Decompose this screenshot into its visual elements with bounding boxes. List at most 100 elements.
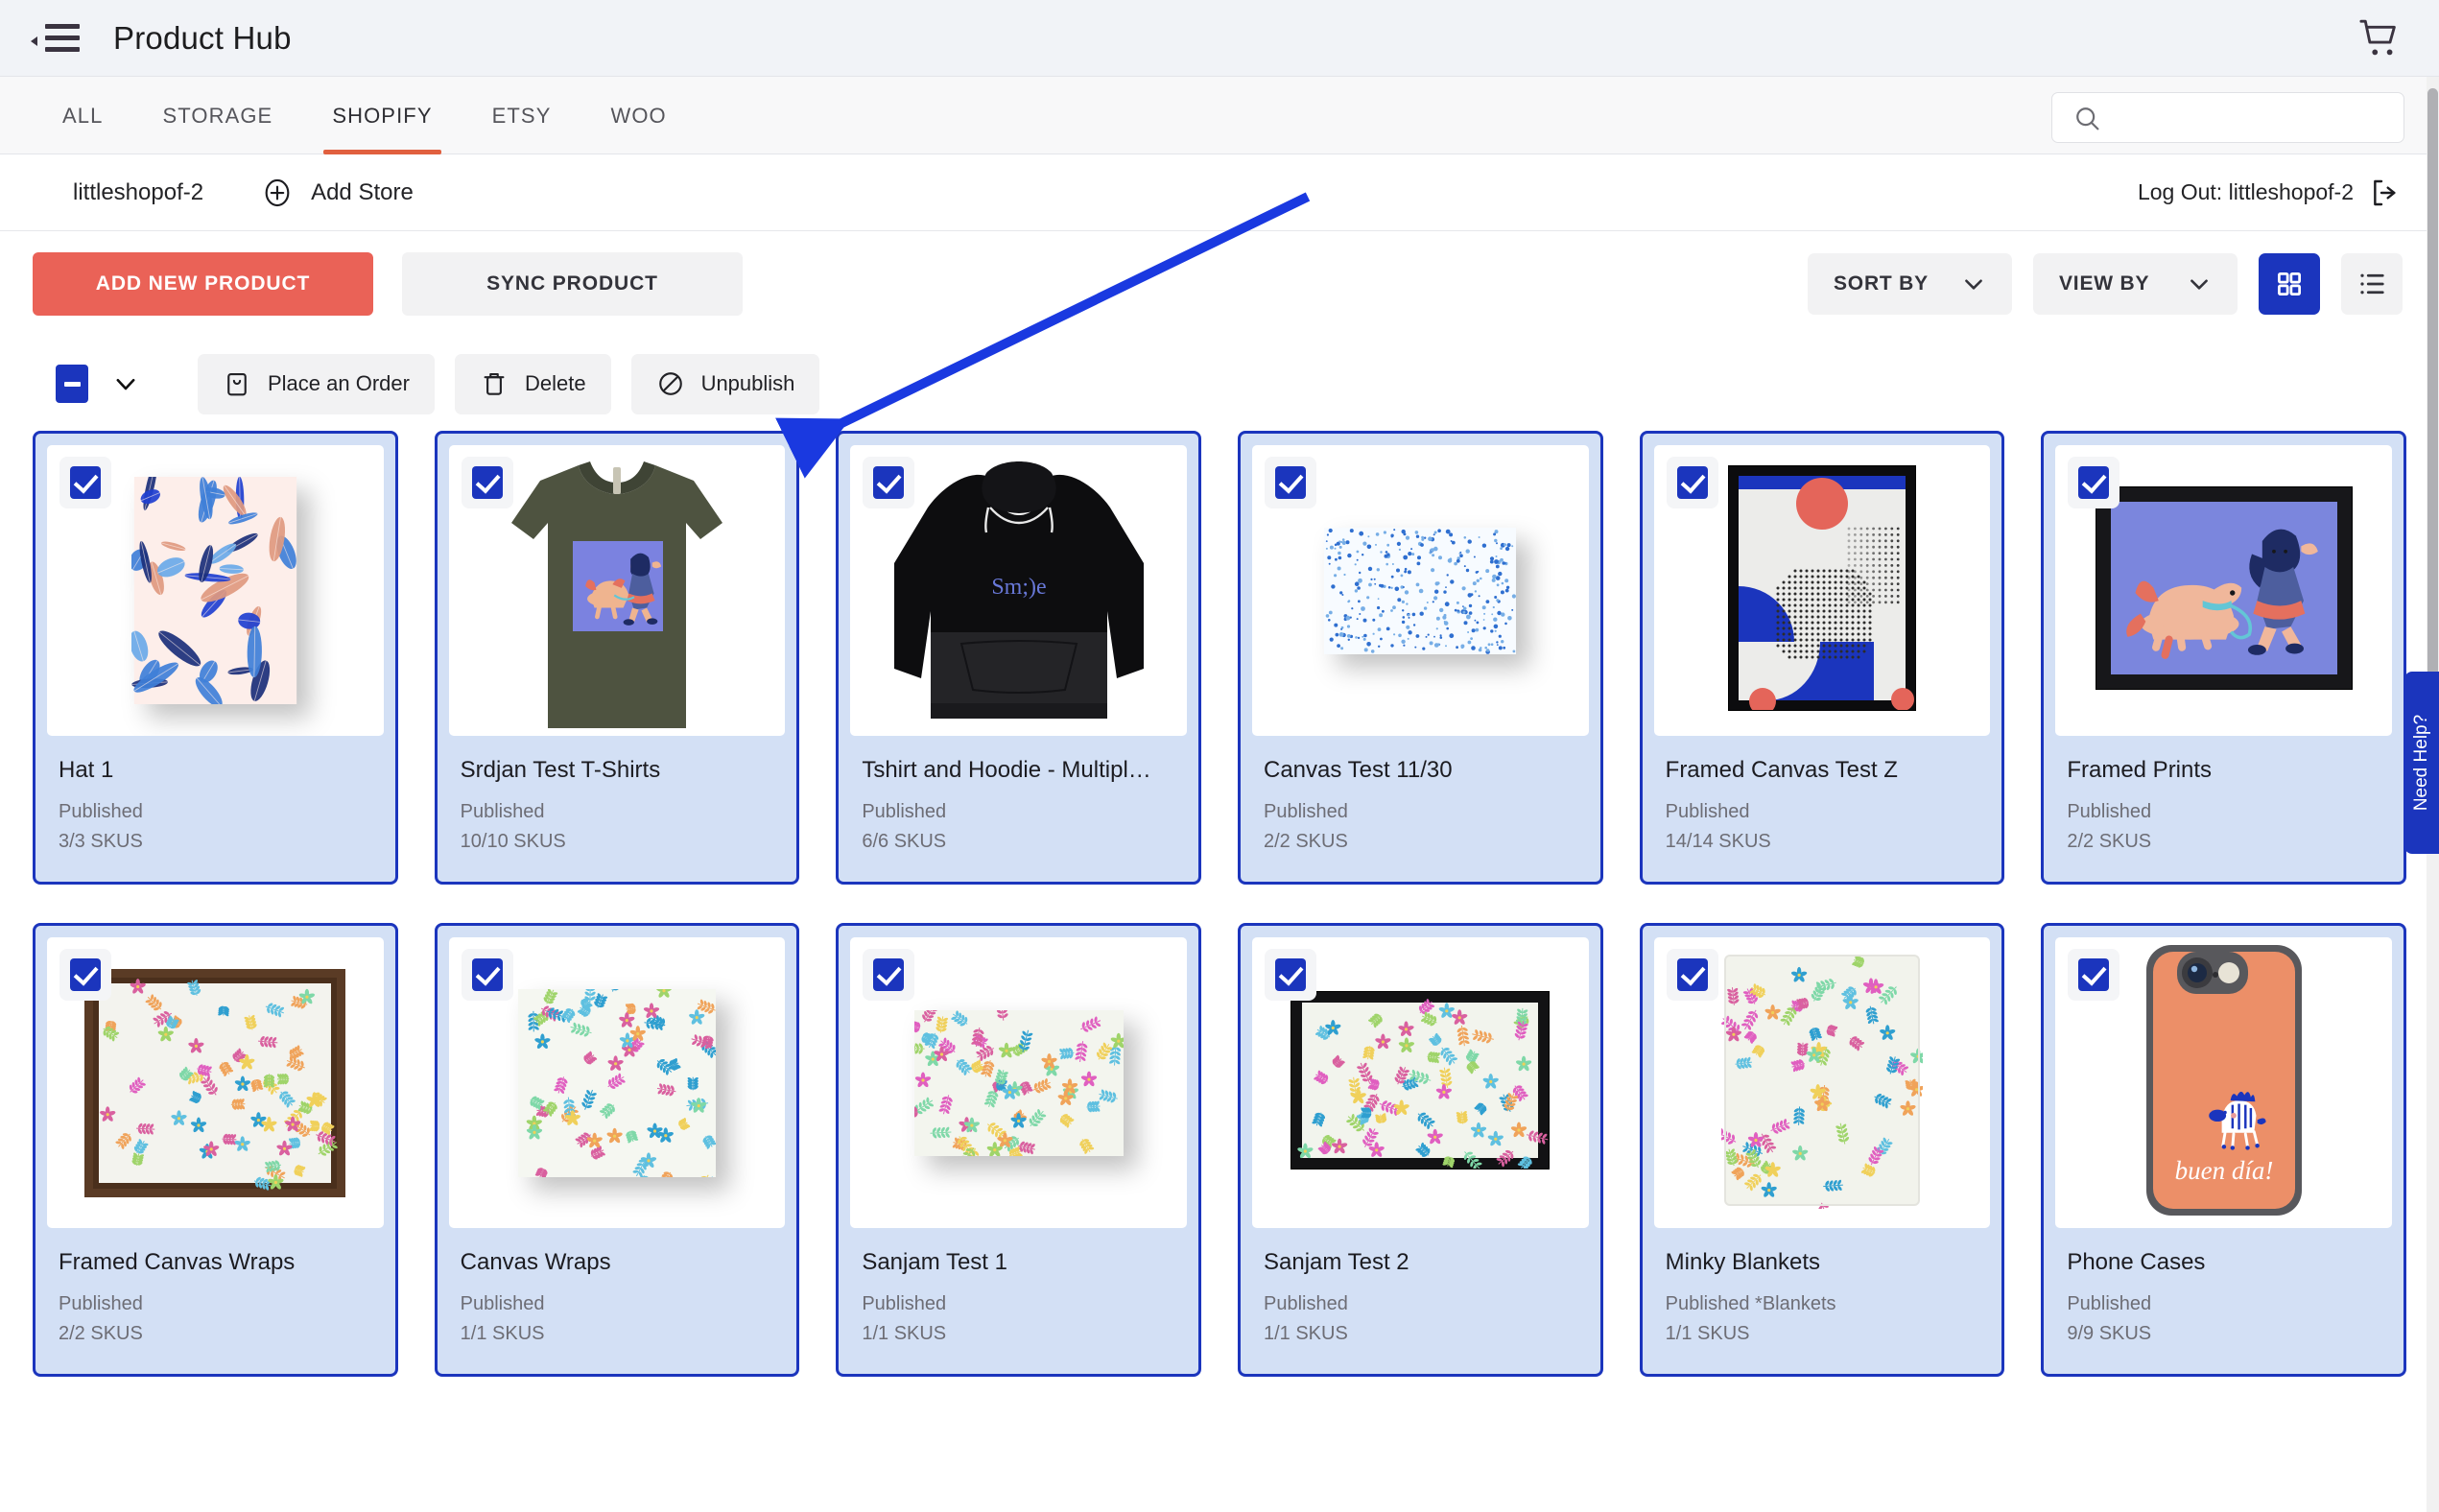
product-title: Phone Cases [2067,1249,2206,1275]
tab-shopify[interactable]: SHOPIFY [302,77,462,154]
product-info: Hat 1 Published 3/3 SKUS [36,736,395,882]
checkbox-checked-icon [1274,466,1306,499]
page-title: Product Hub [113,19,292,56]
product-skus: 3/3 SKUS [59,831,143,852]
product-card[interactable]: Framed Prints Published 2/2 SKUS [2041,431,2406,885]
product-title: Framed Canvas Wraps [59,1249,296,1275]
product-status: Published [1263,801,1348,822]
product-skus: 2/2 SKUS [59,1323,143,1344]
add-store-button[interactable]: Add Store [261,177,414,209]
product-title: Framed Canvas Test Z [1665,757,1898,783]
chevron-down-icon [2187,272,2212,296]
dotted-canvas-art [1324,527,1517,654]
search-input[interactable] [2052,93,2403,142]
delete-button[interactable]: Delete [454,353,611,414]
product-select-checkbox[interactable] [461,457,513,508]
product-select-checkbox[interactable] [59,457,111,508]
bulk-button-label: Unpublish [700,371,795,395]
product-skus: 1/1 SKUS [460,1323,545,1344]
product-card[interactable]: Srdjan Test T-Shirts Published 10/10 SKUS [434,431,800,885]
product-thumbnail [47,445,384,736]
app-bar: Product Hub [0,0,2439,77]
product-info: Sanjam Test 1 Published 1/1 SKUS [839,1228,1198,1374]
need-help-label: Need Help? [2411,714,2431,812]
product-info: Framed Prints Published 2/2 SKUS [2044,736,2403,882]
product-card[interactable]: Sm;)e Tshirt and Hoodie - Multipl… Publis… [836,431,1201,885]
product-card[interactable]: Canvas Test 11/30 Published 2/2 SKUS [1237,431,1603,885]
checkbox-checked-icon [873,958,905,991]
list-view-icon[interactable] [2341,253,2403,315]
product-thumbnail [1653,445,1991,736]
tab-etsy[interactable]: ETSY [462,77,581,154]
no-entry-icon [656,369,685,398]
add-new-product-button[interactable]: ADD NEW PRODUCT [33,252,373,316]
product-status: Published [1263,1293,1348,1314]
product-select-checkbox[interactable] [2068,949,2120,1001]
product-thumbnail [1251,445,1589,736]
view-controls: SORT BY VIEW BY [1808,253,2403,315]
product-card[interactable]: Canvas Wraps Published 1/1 SKUS [434,923,800,1377]
product-select-checkbox[interactable] [1264,457,1316,508]
checkbox-checked-icon [1676,466,1708,499]
product-status: Published [460,801,545,822]
scrollbar-thumb[interactable] [2427,88,2438,760]
product-card[interactable]: Sanjam Test 1 Published 1/1 SKUS [836,923,1201,1377]
tab-storage[interactable]: STORAGE [132,77,302,154]
product-card[interactable]: Framed Canvas Test Z Published 14/14 SKUS [1639,431,2005,885]
product-skus: 2/2 SKUS [2067,831,2152,852]
product-select-checkbox[interactable] [1264,949,1316,1001]
product-select-checkbox[interactable] [2068,457,2120,508]
product-select-checkbox[interactable] [1666,949,1718,1001]
product-card[interactable]: Minky Blankets Published *Blankets 1/1 SKU… [1639,923,2005,1377]
search-box[interactable] [2051,92,2404,143]
product-info: Minky Blankets Published *Blankets 1/1 SKU… [1643,1228,2002,1374]
floral-wrap-square-art [517,973,719,1195]
shopping-cart-icon[interactable] [2358,17,2403,61]
product-thumbnail [47,937,384,1228]
product-select-checkbox[interactable] [863,949,915,1001]
hamburger-collapse-icon[interactable] [31,12,83,64]
select-all-checkbox[interactable] [56,365,140,403]
place-an-order-button[interactable]: Place an Order [198,353,435,414]
svg-text:Sm;)e: Sm;)e [991,575,1046,600]
geometric-framed-canvas-art [1726,464,1917,716]
grid-view-icon[interactable] [2259,253,2320,315]
store-name[interactable]: littleshopof-2 [73,179,203,206]
product-thumbnail [1653,937,1991,1228]
need-help-tab[interactable]: Need Help? [2404,672,2439,854]
checkbox-checked-icon [70,466,101,499]
product-status: Published [1665,801,1750,822]
sort-by-dropdown[interactable]: SORT BY [1808,253,2012,315]
product-card[interactable]: Sanjam Test 2 Published 1/1 SKUS [1237,923,1603,1377]
product-skus: 14/14 SKUS [1665,831,1771,852]
product-card[interactable]: Hat 1 Published 3/3 SKUS [33,431,398,885]
product-select-checkbox[interactable] [1666,457,1718,508]
chevron-down-icon[interactable] [111,369,140,398]
trash-icon [480,369,509,398]
checkbox-checked-icon [1274,958,1306,991]
svg-text:buen día!: buen día! [2174,1156,2273,1185]
product-thumbnail [448,445,786,736]
product-thumbnail: Sm;)e [850,445,1187,736]
sync-product-button[interactable]: SYNC PRODUCT [402,252,743,316]
orange-phone-case-art: buen día! [2143,941,2306,1224]
product-title: Framed Prints [2067,757,2213,783]
unpublish-button[interactable]: Unpublish [630,353,820,414]
product-card[interactable]: buen día! Phone Cases Published 9/9 SKUS [2041,923,2406,1377]
product-info: Framed Canvas Test Z Published 14/14 SKUS [1643,736,2002,882]
sign-out-icon [2370,177,2401,208]
tab-woo[interactable]: WOO [580,77,696,154]
product-select-checkbox[interactable] [461,949,513,1001]
product-card[interactable]: Framed Canvas Wraps Published 2/2 SKUS [33,923,398,1377]
product-hub-page: Product Hub ALL STORAGE SHOPIFY ETSY WOO lit… [0,0,2439,1512]
product-select-checkbox[interactable] [59,949,111,1001]
floral-wood-frame-art [84,968,346,1197]
store-bar: littleshopof-2 Add Store Log Out: little… [0,154,2439,231]
product-select-checkbox[interactable] [863,457,915,508]
logout-button[interactable]: Log Out: littleshopof-2 [2138,177,2401,208]
product-grid: Hat 1 Published 3/3 SKUS Srdjan Test T-S… [0,431,2439,1377]
product-title: Sanjam Test 1 [862,1249,1007,1275]
view-by-dropdown[interactable]: VIEW BY [2033,253,2238,315]
product-status: Published [862,1293,947,1314]
tab-all[interactable]: ALL [33,77,132,154]
